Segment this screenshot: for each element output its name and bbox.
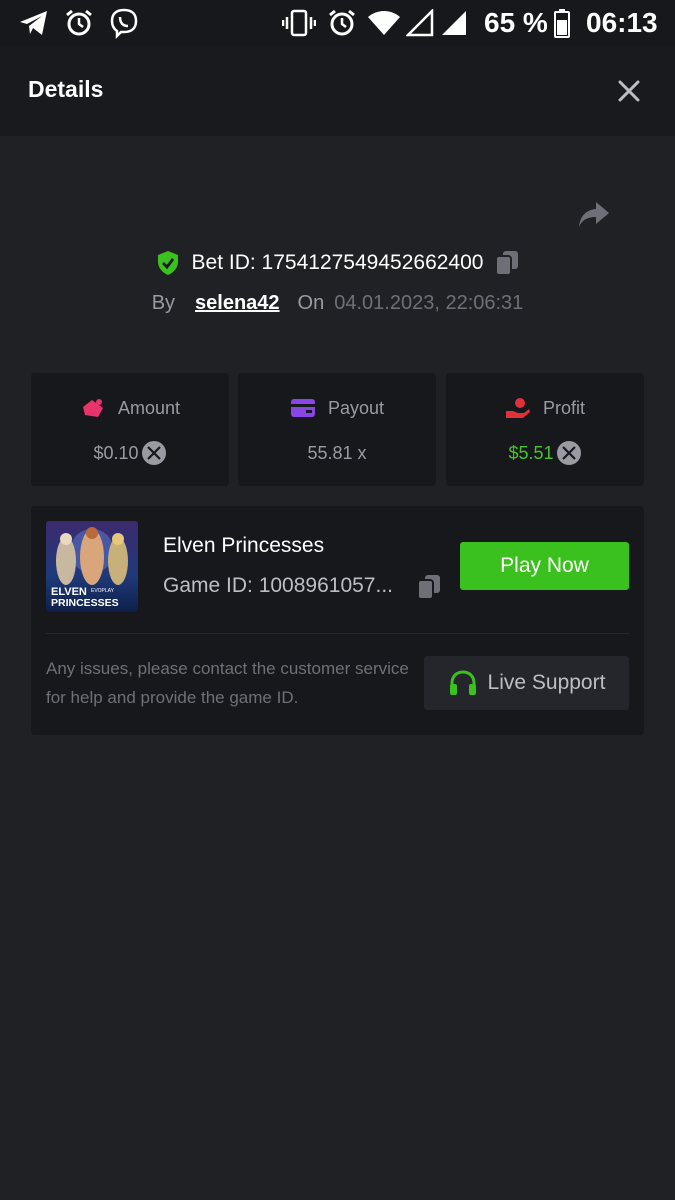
signal-empty-icon [406,0,434,46]
amount-label: Amount [117,397,181,418]
amount-icon [82,399,103,417]
details-header: Details [0,46,675,136]
headset-icon [449,670,476,695]
by-label: By [151,291,176,314]
payout-icon [290,399,315,417]
divider [46,633,629,634]
play-now-button[interactable]: Play Now [460,542,629,590]
bet-id: Bet ID: 1754127549452662400 [191,251,484,274]
copy-icon[interactable] [495,250,519,276]
amount-value: $0.10 [93,442,139,463]
help-text: Any issues, please contact the customer … [46,659,409,707]
battery-percent: 65 % [484,7,548,38]
share-icon [579,202,609,227]
game-thumbnail[interactable]: ELVEN EVOPLAY PRINCESSES [46,521,138,612]
profit-icon [505,398,530,418]
payout-value: 55.81 x [307,442,367,463]
thumb-brand: EVOPLAY [91,588,115,594]
live-support-button[interactable]: Live Support [424,656,629,710]
bet-meta-row: By selena42 On 04.01.2023, 22:06:31 [0,286,675,320]
close-icon [618,80,640,102]
wifi-icon [367,0,401,46]
battery-icon [554,0,570,46]
amount-card: Amount $0.10 [31,373,229,486]
alarm-icon [327,0,357,46]
telegram-icon [18,0,50,46]
shield-check-icon [157,251,178,275]
profit-value: $5.51 [508,442,554,463]
game-name: Elven Princesses [163,534,325,557]
payout-label: Payout [327,397,385,418]
game-card: ELVEN EVOPLAY PRINCESSES Elven Princesse… [31,506,644,735]
profit-card: Profit $5.51 [446,373,644,486]
page-title: Details [28,76,104,102]
payout-card: Payout 55.81 x [238,373,436,486]
status-bar: 65 % 06:13 [0,0,675,46]
alarm-icon [64,0,94,46]
bet-datetime: 04.01.2023, 22:06:31 [334,291,524,314]
viber-icon [108,0,140,46]
vibrate-icon [282,0,316,46]
live-support-label: Live Support [487,671,606,694]
bet-id-row: Bet ID: 1754127549452662400 [0,246,675,280]
xrp-coin-icon [141,441,166,465]
clock: 06:13 [586,7,658,38]
close-button[interactable] [612,74,646,108]
username-link[interactable]: selena42 [195,292,280,315]
xrp-coin-icon [556,441,581,465]
thumb-title-line2: PRINCESSES [51,597,119,609]
profit-label: Profit [542,397,585,418]
share-button[interactable] [576,198,616,238]
copy-icon[interactable] [417,574,441,600]
signal-icon [440,0,468,46]
on-label: On [297,291,325,314]
game-id: Game ID: 1008961057... [163,574,393,597]
